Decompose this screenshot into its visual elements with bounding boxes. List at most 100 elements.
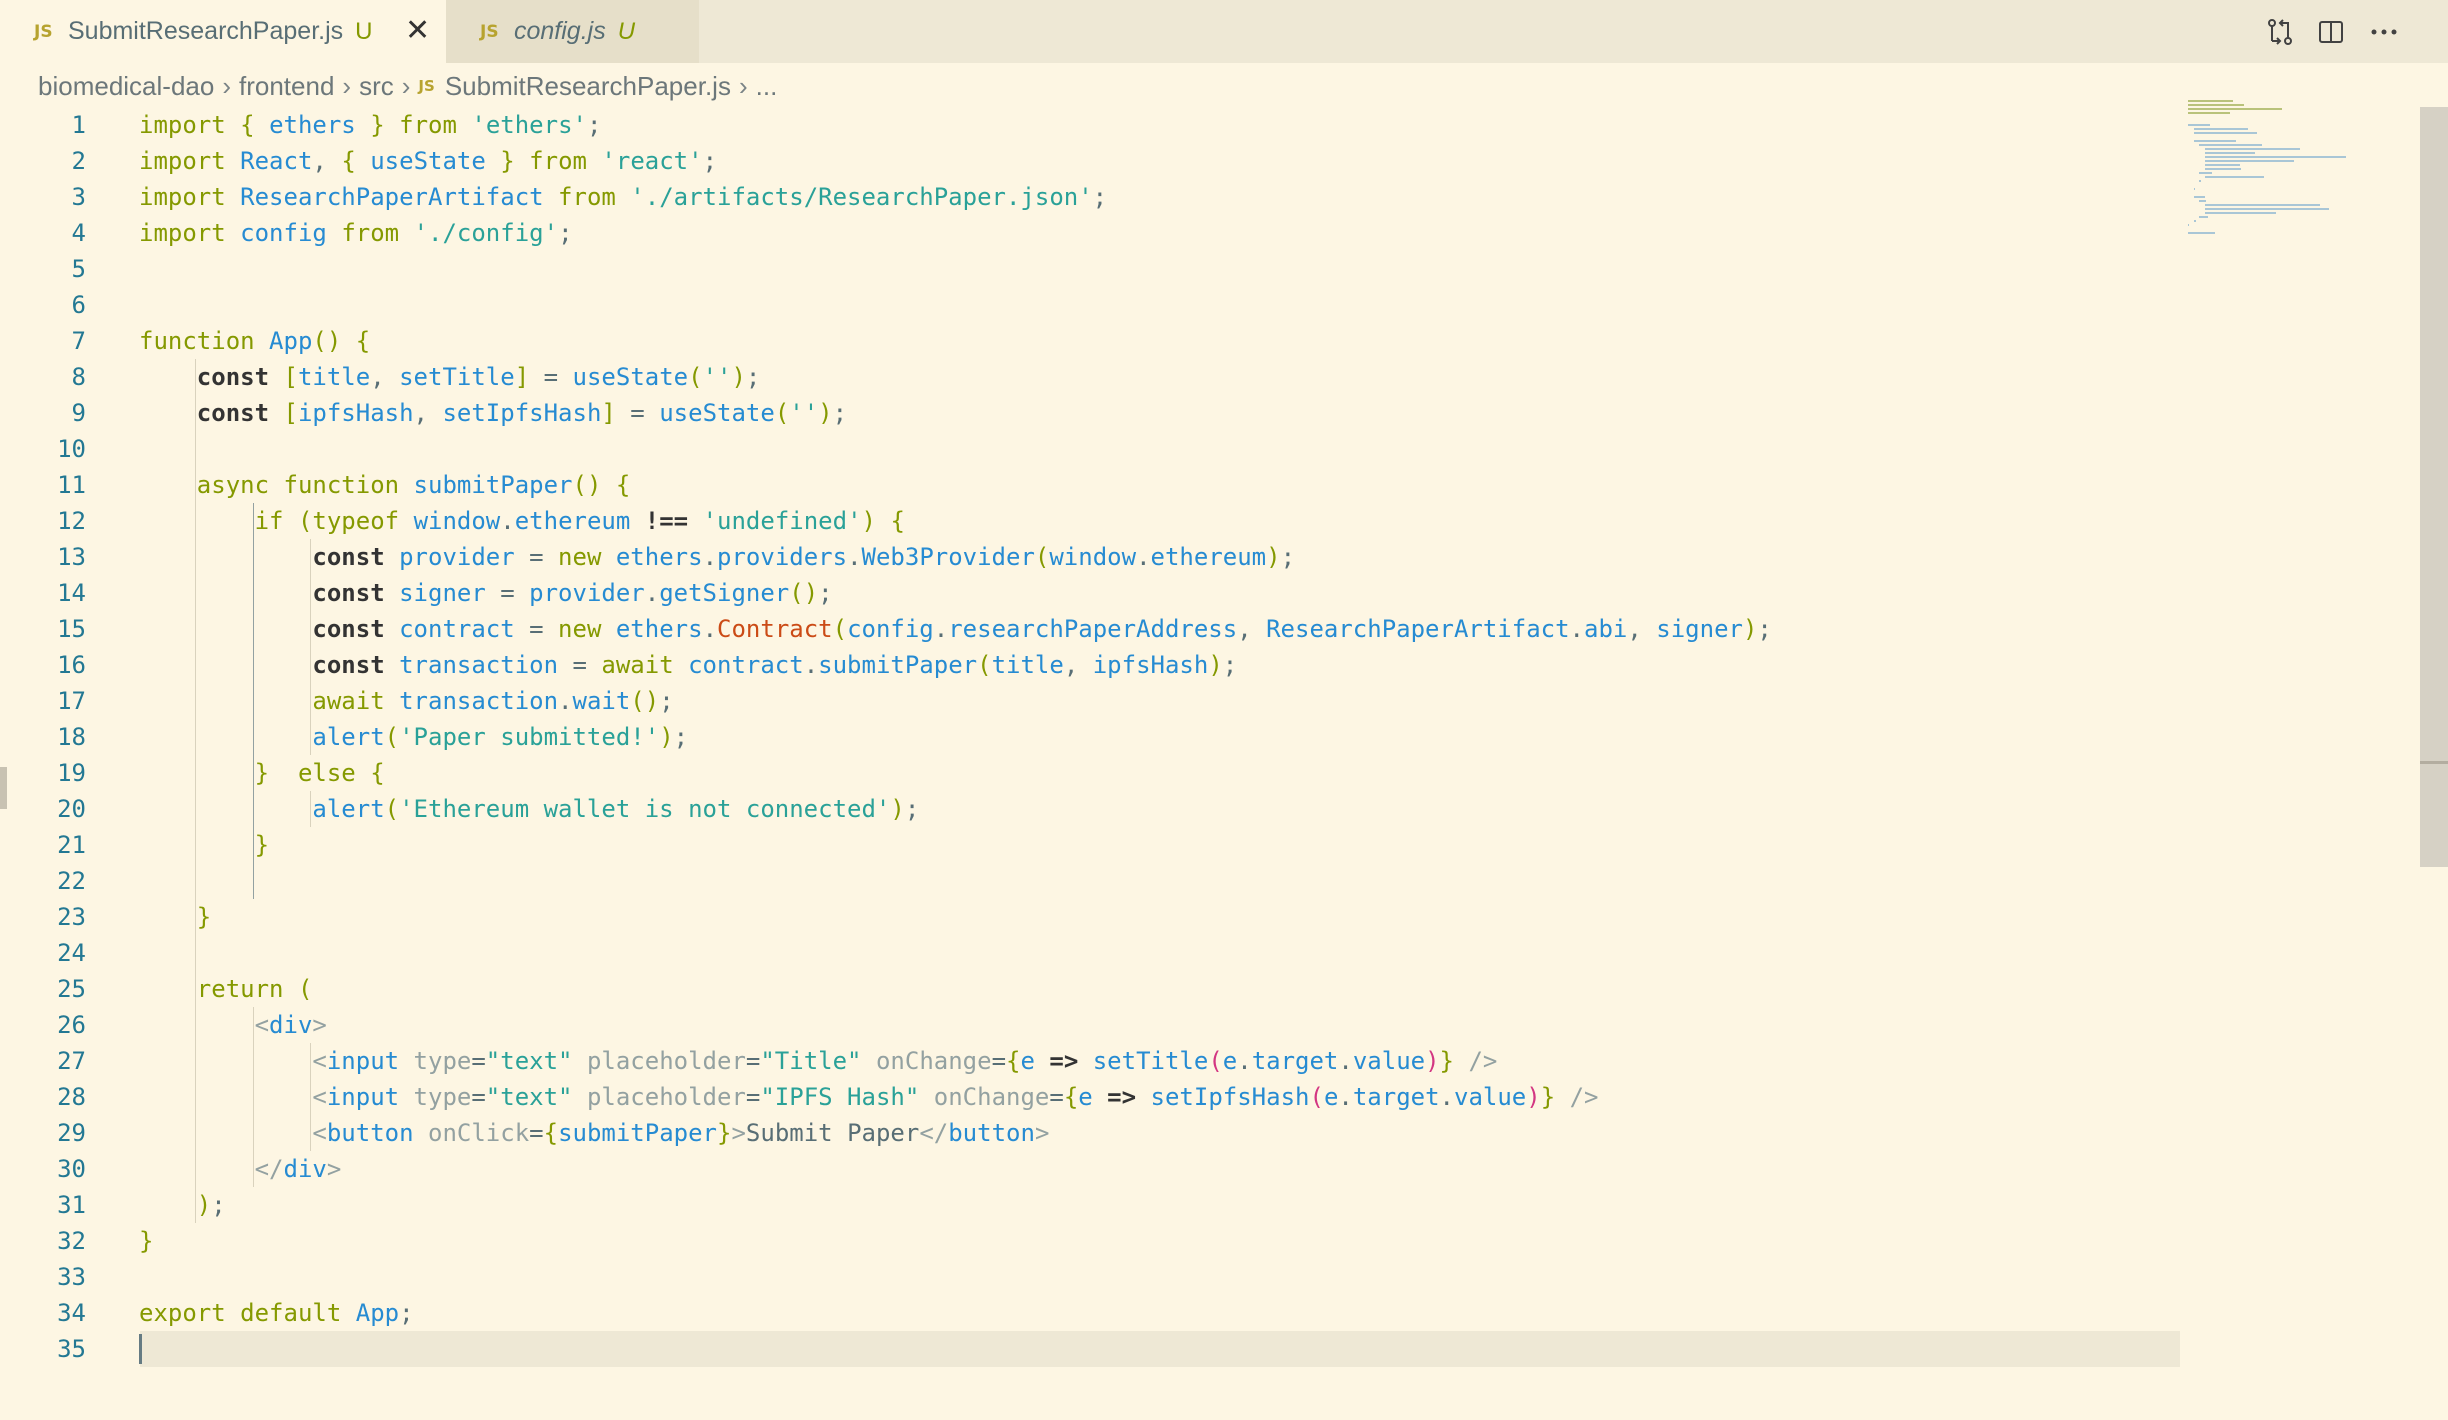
minimap-line bbox=[2204, 208, 2330, 210]
code-line[interactable]: 5 bbox=[0, 251, 2180, 287]
code-line[interactable]: 4 import config from './config'; bbox=[0, 215, 2180, 251]
breadcrumb-item-biomedical-dao[interactable]: biomedical-dao bbox=[38, 71, 214, 102]
tab-submitresearchpaper[interactable]: JS SubmitResearchPaper.js U ✕ bbox=[0, 0, 446, 63]
code-line[interactable]: 31 ); bbox=[0, 1187, 2180, 1223]
code-line[interactable]: 11 async function submitPaper() { bbox=[0, 467, 2180, 503]
code-line[interactable]: 21 } bbox=[0, 827, 2180, 863]
code-text: const transaction = await contract.submi… bbox=[312, 651, 1238, 679]
line-number: 24 bbox=[57, 939, 86, 967]
code-text: ); bbox=[196, 1191, 226, 1219]
code-line[interactable]: 27 <input type="text" placeholder="Title… bbox=[0, 1043, 2180, 1079]
code-editor[interactable]: 1 import { ethers } from 'ethers'; 2 import… bbox=[0, 107, 2180, 1367]
code-line[interactable]: 18 alert('Paper submitted!'); bbox=[0, 719, 2180, 755]
more-actions-icon[interactable] bbox=[2364, 12, 2404, 52]
code-line[interactable]: 2 import React, { useState } from 'react'… bbox=[0, 143, 2180, 179]
minimap-line bbox=[2188, 108, 2282, 110]
code-line[interactable]: 35 bbox=[0, 1331, 2180, 1367]
line-number: 11 bbox=[57, 471, 86, 499]
minimap-line bbox=[2199, 216, 2208, 218]
split-editor-icon[interactable] bbox=[2311, 12, 2351, 52]
code-line[interactable]: 7 function App() { bbox=[0, 323, 2180, 359]
line-number: 6 bbox=[71, 291, 86, 319]
code-line[interactable]: 22 bbox=[0, 863, 2180, 899]
code-text: export default App; bbox=[139, 1299, 414, 1327]
code-line[interactable]: 32} bbox=[0, 1223, 2180, 1259]
scrollbar-cursor-marker bbox=[2420, 761, 2448, 764]
minimap-line bbox=[2199, 200, 2207, 202]
source-control-icon[interactable] bbox=[2260, 12, 2300, 52]
tab-label: config.js bbox=[514, 17, 606, 45]
tab-label: SubmitResearchPaper.js bbox=[68, 17, 344, 45]
code-text: <button onClick={submitPaper}>Submit Pap… bbox=[312, 1119, 1050, 1147]
code-line[interactable]: 3 import ResearchPaperArtifact from './ar… bbox=[0, 179, 2180, 215]
breadcrumb-item-symbols[interactable]: ... bbox=[756, 71, 778, 102]
breadcrumb-item-frontend[interactable]: frontend bbox=[239, 71, 334, 102]
breadcrumb-item-src[interactable]: src bbox=[359, 71, 394, 102]
code-line[interactable]: 19 } else { bbox=[0, 755, 2180, 791]
line-number: 5 bbox=[71, 255, 86, 283]
code-text: import React, { useState } from 'react'; bbox=[139, 147, 718, 175]
indent-guide bbox=[253, 503, 254, 899]
line-number: 10 bbox=[57, 435, 86, 463]
code-line[interactable]: 34 export default App; bbox=[0, 1295, 2180, 1331]
code-text: } bbox=[254, 831, 270, 859]
code-line[interactable]: 13 const provider = new ethers.providers… bbox=[0, 539, 2180, 575]
code-line[interactable]: 26 <div> bbox=[0, 1007, 2180, 1043]
code-line[interactable]: 15 const contract = new ethers.Contract(… bbox=[0, 611, 2180, 647]
code-text: import config from './config'; bbox=[139, 219, 573, 247]
breadcrumb-item-file[interactable]: SubmitResearchPaper.js bbox=[445, 71, 731, 102]
code-line[interactable]: 17 await transaction.wait(); bbox=[0, 683, 2180, 719]
close-icon[interactable]: ✕ bbox=[405, 13, 430, 48]
javascript-file-icon: JS bbox=[34, 21, 53, 42]
line-number: 9 bbox=[71, 399, 86, 427]
code-text: async function submitPaper() { bbox=[196, 471, 631, 499]
code-line[interactable]: 12 if (typeof window.ethereum !== 'undef… bbox=[0, 503, 2180, 539]
code-text: <input type="text" placeholder="IPFS Has… bbox=[312, 1083, 1599, 1111]
code-text: } bbox=[196, 903, 212, 931]
line-number: 17 bbox=[57, 687, 86, 715]
code-line[interactable]: 20 alert('Ethereum wallet is not connect… bbox=[0, 791, 2180, 827]
code-line[interactable]: 10 bbox=[0, 431, 2180, 467]
tab-config[interactable]: JS config.js U bbox=[446, 0, 699, 63]
code-line[interactable]: 29 <button onClick={submitPaper}>Submit … bbox=[0, 1115, 2180, 1151]
breadcrumb: biomedical-dao › frontend › src › JS Sub… bbox=[38, 68, 777, 104]
code-line[interactable]: 24 bbox=[0, 935, 2180, 971]
minimap-line bbox=[2188, 224, 2190, 226]
code-line[interactable]: 16 const transaction = await contract.su… bbox=[0, 647, 2180, 683]
sash-handle[interactable] bbox=[0, 767, 7, 809]
code-line[interactable]: 30 </div> bbox=[0, 1151, 2180, 1187]
minimap-line bbox=[2204, 160, 2295, 162]
code-line[interactable]: 23 } bbox=[0, 899, 2180, 935]
line-number: 27 bbox=[57, 1047, 86, 1075]
line-number: 20 bbox=[57, 795, 86, 823]
code-line[interactable]: 28 <input type="text" placeholder="IPFS … bbox=[0, 1079, 2180, 1115]
line-number: 2 bbox=[71, 147, 86, 175]
minimap-line bbox=[2204, 156, 2347, 158]
chevron-right-icon: › bbox=[342, 70, 352, 101]
code-text: await transaction.wait(); bbox=[312, 687, 674, 715]
code-line[interactable]: 8 const [title, setTitle] = useState('')… bbox=[0, 359, 2180, 395]
code-text: import { ethers } from 'ethers'; bbox=[139, 111, 602, 139]
line-number: 3 bbox=[71, 183, 86, 211]
code-line[interactable]: 6 bbox=[0, 287, 2180, 323]
line-number: 31 bbox=[57, 1191, 86, 1219]
code-text: const provider = new ethers.providers.We… bbox=[312, 543, 1296, 571]
text-cursor bbox=[139, 1334, 142, 1364]
minimap-line bbox=[2193, 128, 2249, 130]
line-number: 35 bbox=[57, 1335, 86, 1363]
code-line[interactable]: 9 const [ipfsHash, setIpfsHash] = useSta… bbox=[0, 395, 2180, 431]
code-line[interactable]: 25 return ( bbox=[0, 971, 2180, 1007]
minimap-line bbox=[2204, 168, 2242, 170]
code-text: function App() { bbox=[139, 327, 371, 355]
vertical-scrollbar[interactable] bbox=[2420, 107, 2448, 867]
code-line[interactable]: 14 const signer = provider.getSigner(); bbox=[0, 575, 2180, 611]
code-line[interactable]: 1 import { ethers } from 'ethers'; bbox=[0, 107, 2180, 143]
code-line[interactable]: 33 bbox=[0, 1259, 2180, 1295]
code-text: const signer = provider.getSigner(); bbox=[312, 579, 833, 607]
minimap[interactable] bbox=[2188, 100, 2418, 260]
minimap-line bbox=[2193, 132, 2257, 134]
line-number: 25 bbox=[57, 975, 86, 1003]
code-text: return ( bbox=[196, 975, 313, 1003]
minimap-line bbox=[2199, 144, 2263, 146]
indent-guide bbox=[310, 1043, 311, 1151]
